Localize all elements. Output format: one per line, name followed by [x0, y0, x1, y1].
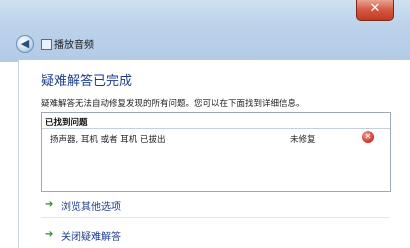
- close-icon: ✕: [369, 1, 381, 16]
- results-header: 已找到问题: [45, 118, 88, 128]
- back-arrow-icon: ◀: [20, 37, 30, 50]
- explore-options-label: 浏览其他选项: [61, 202, 121, 213]
- close-button[interactable]: ✕: [356, 0, 394, 21]
- problem-description: 扬声器, 耳机 或者 耳机 已拔出: [50, 135, 166, 145]
- window-title: 播放音频: [54, 40, 94, 51]
- explore-options-link[interactable]: ➔ 浏览其他选项: [41, 194, 389, 216]
- back-button[interactable]: ◀: [16, 35, 34, 53]
- close-troubleshooter-label: 关闭疑难解答: [61, 232, 121, 243]
- close-troubleshooter-link[interactable]: ➔ 关闭疑难解答: [41, 224, 389, 246]
- page-heading: 疑难解答已完成: [41, 74, 133, 89]
- green-arrow-icon: ➔: [45, 199, 54, 210]
- green-arrow-icon: ➔: [45, 229, 54, 240]
- options-divider: [41, 217, 389, 218]
- results-panel: 已找到问题 扬声器, 耳机 或者 耳机 已拔出 未修复 ✕: [41, 112, 391, 192]
- app-icon: [41, 39, 52, 50]
- page-description: 疑难解答无法自动修复发现的所有问题。您可以在下面找到详细信息。: [41, 99, 305, 109]
- content-pane: 疑难解答已完成 疑难解答无法自动修复发现的所有问题。您可以在下面找到详细信息。 …: [18, 60, 410, 248]
- problem-status: 未修复: [290, 135, 316, 145]
- window-titlebar: ✕ ◀ 播放音频: [0, 0, 410, 62]
- results-divider: [42, 128, 390, 129]
- error-icon: ✕: [362, 131, 374, 143]
